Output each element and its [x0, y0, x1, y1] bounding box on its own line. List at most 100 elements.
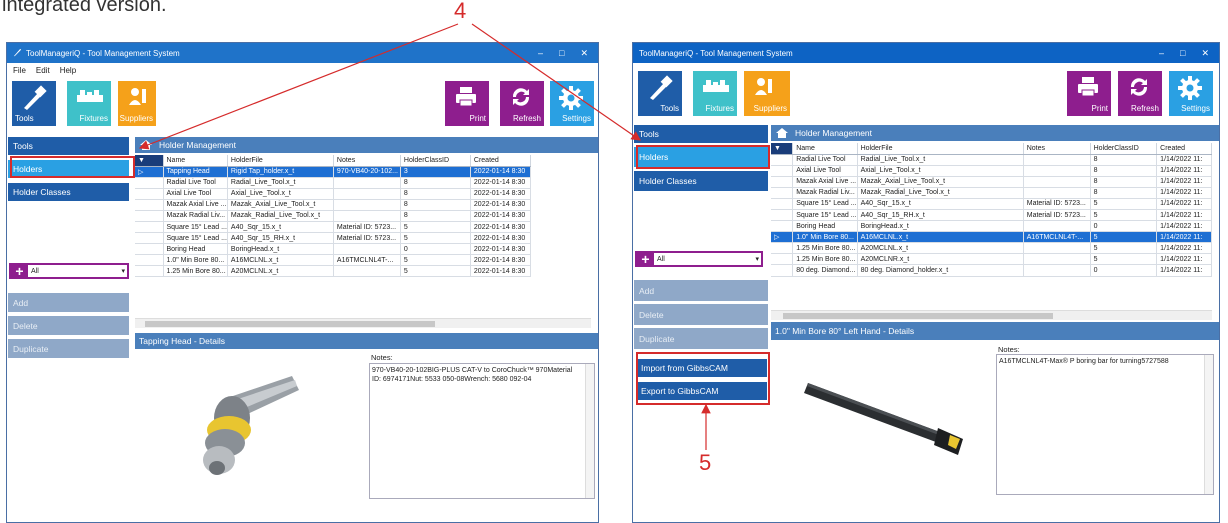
table-cell[interactable]: 1/14/2022 11: [1156, 209, 1212, 222]
delete-button[interactable]: Delete [8, 316, 129, 335]
table-cell[interactable] [1023, 242, 1091, 255]
minimize-button[interactable]: – [538, 48, 543, 59]
table-cell[interactable]: 2022-01-14 8:30 [470, 210, 531, 222]
row-header[interactable] [135, 221, 164, 234]
maximize-button[interactable]: □ [1180, 48, 1185, 59]
row-header[interactable] [771, 220, 794, 233]
table-row[interactable]: Radial Live Tool Radial_Live_Tool.x_t 8 202… [135, 177, 531, 189]
table-cell[interactable]: 2022-01-14 8:30 [470, 254, 531, 267]
table-cell[interactable]: 5 [1090, 253, 1158, 266]
table-cell[interactable]: 1/14/2022 11: [1156, 242, 1212, 255]
table-cell[interactable]: Boring Head [792, 220, 858, 233]
row-header[interactable] [135, 210, 164, 222]
menu-file[interactable]: File [13, 66, 26, 75]
add-button[interactable]: Add [634, 280, 768, 301]
home-icon[interactable] [139, 139, 153, 151]
col-created[interactable]: Created [470, 155, 531, 167]
add-icon[interactable]: + [637, 252, 654, 266]
table-row[interactable]: Square 15° Lead ... A40_Sqr_15_RH.x_t Mate… [135, 232, 531, 245]
table-cell[interactable]: 1/14/2022 11: [1156, 176, 1212, 188]
table-row[interactable]: 1.25 Min Bore 80... A20MCLNL.x_t 5 1/14/202… [771, 242, 1212, 255]
table-cell[interactable]: 2022-01-14 8:30 [470, 166, 531, 178]
table-cell[interactable]: Material ID: 5723... [333, 221, 401, 234]
minimize-button[interactable]: – [1159, 48, 1164, 59]
row-header[interactable] [771, 165, 794, 177]
table-cell[interactable]: 2022-01-14 8:30 [470, 188, 531, 200]
table-cell[interactable] [1023, 187, 1091, 199]
table-cell[interactable]: Mazak Axial Live ... [163, 199, 228, 211]
table-row[interactable]: 1.25 Min Bore 80... A20MCLNR.x_t 5 1/14/202… [771, 253, 1212, 266]
print-button[interactable]: Print [1067, 71, 1111, 116]
table-cell[interactable]: 2022-01-14 8:30 [470, 232, 531, 245]
holder-class-filter[interactable]: + All ▾ [635, 251, 763, 267]
table-cell[interactable]: 5 [400, 221, 471, 234]
close-button[interactable]: ✕ [580, 48, 588, 59]
table-cell[interactable]: 1/14/2022 11: [1156, 187, 1212, 199]
table-row[interactable]: 80 deg. Diamond... 80 deg. Diamond_holder… [771, 264, 1212, 277]
table-cell[interactable]: Material ID: 5723... [1023, 209, 1091, 222]
table-cell[interactable]: Radial_Live_Tool.x_t [227, 177, 334, 189]
col-holderfile[interactable]: HolderFile [857, 143, 1024, 155]
menu-edit[interactable]: Edit [36, 66, 50, 75]
notes-textarea[interactable]: 970-VB40-20-102BIG-PLUS CAT-V to CoroChu… [369, 363, 595, 499]
tools-button[interactable]: Tools [12, 81, 56, 126]
table-cell[interactable]: 3 [400, 166, 471, 178]
table-cell[interactable]: 8 [1090, 154, 1158, 166]
table-cell[interactable]: 8 [400, 210, 471, 222]
table-cell[interactable]: 8 [1090, 165, 1158, 177]
table-cell[interactable]: 1.25 Min Bore 80... [792, 242, 858, 255]
table-row[interactable]: Mazak Axial Live ... Mazak_Axial_Live_Too… [135, 199, 531, 211]
table-cell[interactable]: Mazak_Radial_Live_Tool.x_t [227, 210, 334, 222]
table-row[interactable]: Mazak Axial Live ... Mazak_Axial_Live_Too… [771, 176, 1212, 188]
table-cell[interactable]: 970-VB40-20-102... [333, 166, 401, 178]
table-row[interactable]: 1.25 Min Bore 80... A20MCLNL.x_t 5 2022-01-… [135, 265, 531, 278]
sidebar-item-holder-classes[interactable]: Holder Classes [8, 183, 129, 201]
row-header[interactable]: ▷ [135, 166, 164, 178]
table-row[interactable]: Mazak Radial Liv... Mazak_Radial_Live_Too… [771, 187, 1212, 199]
table-cell[interactable]: 80 deg. Diamond_holder.x_t [857, 264, 1024, 277]
table-cell[interactable] [1023, 253, 1091, 266]
table-cell[interactable]: 1/14/2022 11: [1156, 154, 1212, 166]
table-cell[interactable]: 5 [1090, 231, 1158, 244]
table-cell[interactable]: 8 [400, 177, 471, 189]
table-cell[interactable]: Mazak_Axial_Live_Tool.x_t [857, 176, 1024, 188]
table-cell[interactable]: 2022-01-14 8:30 [470, 199, 531, 211]
col-name[interactable]: Name [792, 143, 858, 155]
table-cell[interactable]: Square 15° Lead ... [792, 209, 858, 222]
table-row[interactable]: 1.0" Min Bore 80... A16MCLNL.x_t A16TMCLNL… [135, 254, 531, 267]
table-cell[interactable]: 1/14/2022 11: [1156, 231, 1212, 244]
row-header[interactable] [771, 187, 794, 199]
table-row[interactable]: Radial Live Tool Radial_Live_Tool.x_t 8 1/1… [771, 154, 1212, 166]
table-cell[interactable]: 5 [400, 265, 471, 278]
table-cell[interactable]: A40_Sqr_15_RH.x_t [857, 209, 1024, 222]
row-header[interactable] [135, 265, 164, 278]
table-cell[interactable]: Radial Live Tool [792, 154, 858, 166]
col-notes[interactable]: Notes [1023, 143, 1091, 155]
table-cell[interactable]: 80 deg. Diamond... [792, 264, 858, 277]
row-header[interactable] [135, 177, 164, 189]
row-header[interactable] [135, 188, 164, 200]
table-cell[interactable]: Tapping Head [163, 166, 228, 178]
maximize-button[interactable]: □ [559, 48, 564, 59]
table-cell[interactable]: 0 [400, 243, 471, 256]
table-cell[interactable]: 8 [400, 188, 471, 200]
notes-scrollbar[interactable] [585, 364, 594, 498]
table-row[interactable]: Axial Live Tool Axial_Live_Tool.x_t 8 1/14/… [771, 165, 1212, 177]
row-header[interactable] [135, 232, 164, 245]
table-cell[interactable] [1023, 176, 1091, 188]
row-header[interactable] [771, 253, 794, 266]
row-header[interactable] [771, 198, 794, 210]
col-holderclassid[interactable]: HolderClassID [400, 155, 471, 167]
table-cell[interactable]: 1.25 Min Bore 80... [792, 253, 858, 266]
tools-button[interactable]: Tools [638, 71, 682, 116]
table-cell[interactable]: 2022-01-14 8:30 [470, 265, 531, 278]
add-icon[interactable]: + [11, 264, 28, 278]
row-header[interactable] [135, 254, 164, 267]
table-cell[interactable]: 5 [400, 254, 471, 267]
table-cell[interactable]: 5 [1090, 242, 1158, 255]
add-button[interactable]: Add [8, 293, 129, 312]
table-cell[interactable]: 5 [1090, 209, 1158, 222]
table-cell[interactable] [333, 243, 401, 256]
row-header[interactable] [771, 264, 794, 277]
table-cell[interactable]: A20MCLNR.x_t [857, 253, 1024, 266]
